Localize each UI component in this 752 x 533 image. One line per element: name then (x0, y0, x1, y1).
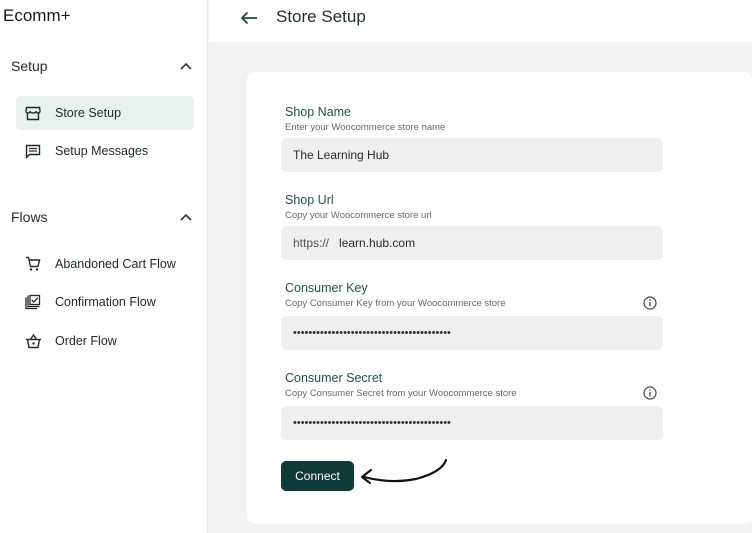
shop-name-value: The Learning Hub (293, 148, 390, 162)
shop-url-help: Copy your Woocommerce store url (285, 210, 432, 221)
app-title: Ecomm+ (3, 6, 71, 25)
connect-button[interactable]: Connect (281, 461, 354, 491)
consumer-secret-help: Copy Consumer Secret from your Woocommer… (285, 388, 517, 399)
sidebar-item-label: Store Setup (55, 106, 122, 120)
shop-name-input[interactable]: The Learning Hub (281, 138, 663, 172)
checklist-icon (24, 293, 42, 311)
section-header-flows[interactable]: Flows (11, 205, 193, 229)
shop-url-input[interactable]: https:// learn.hub.com (281, 226, 663, 260)
store-icon (24, 104, 42, 122)
sidebar: Ecomm+ Setup Store Setup Setup Messages … (0, 0, 208, 533)
shop-name-label: Shop Name (285, 105, 352, 119)
section-label-setup: Setup (11, 58, 48, 74)
url-prefix: https:// (293, 236, 330, 250)
section-label-flows: Flows (11, 209, 48, 225)
sidebar-item-confirmation-flow[interactable]: Confirmation Flow (16, 285, 194, 319)
consumer-secret-label: Consumer Secret (285, 371, 383, 385)
page-title: Store Setup (276, 7, 366, 26)
chevron-up-icon (179, 59, 193, 73)
sidebar-item-label: Confirmation Flow (55, 295, 156, 309)
chevron-up-icon (179, 210, 193, 224)
message-icon (24, 142, 42, 160)
shop-url-value: learn.hub.com (339, 236, 416, 250)
curved-arrow-icon (360, 458, 448, 485)
sidebar-item-setup-messages[interactable]: Setup Messages (16, 134, 194, 168)
sidebar-item-abandoned-cart-flow[interactable]: Abandoned Cart Flow (16, 247, 194, 281)
consumer-key-input[interactable]: ••••••••••••••••••••••••••••••••••••••••… (281, 316, 663, 350)
consumer-key-label: Consumer Key (285, 281, 368, 295)
sidebar-item-order-flow[interactable]: Order Flow (16, 324, 194, 358)
sidebar-item-store-setup[interactable]: Store Setup (16, 96, 194, 130)
consumer-key-value: ••••••••••••••••••••••••••••••••••••••••… (293, 327, 451, 339)
arrow-left-icon (240, 11, 257, 25)
basket-icon (24, 332, 42, 350)
section-header-setup[interactable]: Setup (11, 54, 193, 78)
consumer-secret-input[interactable]: ••••••••••••••••••••••••••••••••••••••••… (281, 406, 663, 440)
sidebar-item-label: Setup Messages (55, 144, 149, 158)
back-button[interactable] (237, 8, 261, 28)
shop-name-help: Enter your Woocommerce store name (285, 122, 446, 133)
info-icon[interactable] (643, 386, 657, 400)
info-icon[interactable] (643, 296, 657, 310)
consumer-secret-value: ••••••••••••••••••••••••••••••••••••••••… (293, 417, 451, 429)
sidebar-item-label: Abandoned Cart Flow (55, 257, 176, 271)
cart-icon (24, 255, 42, 273)
shop-url-label: Shop Url (285, 193, 334, 207)
sidebar-item-label: Order Flow (55, 334, 117, 348)
consumer-key-help: Copy Consumer Key from your Woocommerce … (285, 298, 506, 309)
